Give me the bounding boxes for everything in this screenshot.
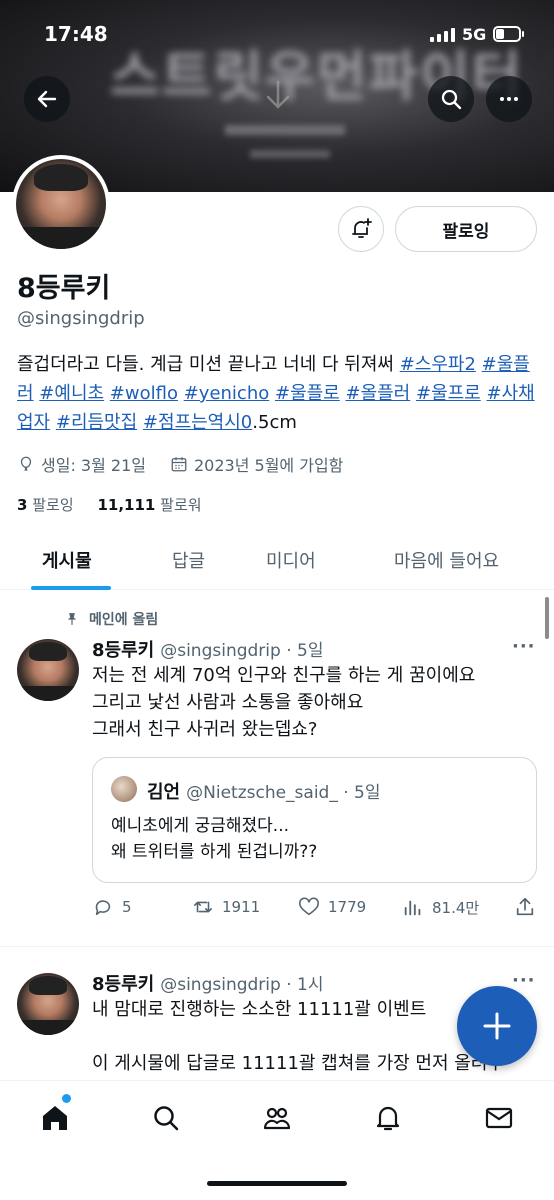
back-button[interactable] <box>24 76 70 122</box>
bio-hashtag-link[interactable]: #yenicho <box>184 383 270 404</box>
balloon-icon <box>20 456 32 471</box>
banner-decoration <box>225 125 345 135</box>
views-button[interactable]: 81.4만 <box>402 896 479 918</box>
reply-button[interactable]: 5 <box>92 896 132 918</box>
reply-icon <box>95 900 111 916</box>
scrollbar[interactable] <box>545 597 549 639</box>
bio-hashtag-link[interactable]: #리듬맛집 <box>56 412 137 433</box>
tweet-text: 저는 전 세계 70억 인구와 친구를 하는 게 꿈이에요 그리고 낯선 사람과… <box>92 665 476 740</box>
tab-likes[interactable]: 마음에 들어요 <box>394 530 499 590</box>
tweet-avatar[interactable] <box>17 973 79 1035</box>
display-name: 8등루키 <box>17 273 111 304</box>
tab-posts[interactable]: 게시물 <box>42 530 92 590</box>
messages-icon <box>485 1107 513 1129</box>
compose-button[interactable] <box>457 986 537 1066</box>
retweet-icon <box>193 901 213 913</box>
more-icon <box>500 97 518 101</box>
bio-hashtag-link[interactable]: #wolflo <box>110 383 178 404</box>
tweet-header: 8등루키 @singsingdrip · 5일 <box>92 640 324 661</box>
pin-icon <box>67 613 77 625</box>
signal-icon <box>430 28 456 42</box>
following-link[interactable]: 3 팔로잉 <box>17 496 74 514</box>
bio-hashtag-link[interactable]: #울프로 <box>416 383 481 404</box>
banner-decoration <box>250 150 330 158</box>
more-options-button[interactable] <box>486 76 532 122</box>
bio-suffix: .5cm <box>252 412 297 433</box>
bio-hashtag-link[interactable]: #올플러 <box>345 383 410 404</box>
nav-notifications[interactable] <box>371 1101 405 1135</box>
nav-home[interactable] <box>38 1101 72 1135</box>
birthday-info: 생일: 3월 21일 <box>17 452 146 476</box>
tab-media[interactable]: 미디어 <box>266 530 316 590</box>
notify-button[interactable] <box>338 206 384 252</box>
views-icon <box>404 900 421 916</box>
quote-text: 예니초에게 궁금해졌다... 왜 트위터를 하게 된겁니까?? <box>111 816 318 862</box>
like-button[interactable]: 1779 <box>298 896 366 918</box>
retweet-button[interactable]: 1911 <box>192 896 260 918</box>
pinned-label: 메인에 올림 <box>65 609 158 629</box>
active-tab-indicator <box>31 586 111 590</box>
share-button[interactable] <box>514 896 544 918</box>
bio-hashtag-link[interactable]: #울플로 <box>275 383 340 404</box>
tweet-actions: 5 1911 1779 81.4만 <box>92 896 537 920</box>
profile-bio: 즐겁더라고 다들. 계급 미션 끝나고 너네 다 뒤져써 #스우파2 #울플러 … <box>17 350 537 437</box>
user-handle: @singsingdrip <box>17 308 145 329</box>
home-icon <box>43 1106 67 1130</box>
bio-hashtag-link[interactable]: #스우파2 <box>400 354 476 375</box>
search-icon <box>154 1106 179 1131</box>
nav-messages[interactable] <box>482 1101 516 1135</box>
nav-communities[interactable] <box>260 1101 294 1135</box>
tweet-avatar[interactable] <box>17 639 79 701</box>
follow-stats: 3 팔로잉 11,111 팔로워 <box>17 494 202 515</box>
quoted-tweet[interactable]: 김언 @Nietzsche_said_ · 5일 예니초에게 궁금해졌다... 왜… <box>92 757 537 883</box>
network-type: 5G <box>462 25 487 44</box>
quote-avatar <box>111 776 137 802</box>
tweet-more-button[interactable]: ··· <box>512 636 536 657</box>
profile-tabs: 게시물 답글 미디어 마음에 들어요 <box>0 530 554 590</box>
status-time: 17:48 <box>44 22 108 46</box>
joined-info: 2023년 5월에 가입함 <box>170 452 343 476</box>
plus-icon <box>483 1012 511 1040</box>
tab-replies[interactable]: 답글 <box>172 530 205 590</box>
following-button[interactable]: 팔로잉 <box>395 206 537 252</box>
battery-icon <box>493 26 524 42</box>
followers-link[interactable]: 11,111 팔로워 <box>97 496 201 514</box>
tweet-header: 8등루키 @singsingdrip · 1시 <box>92 974 324 995</box>
bio-text: 즐겁더라고 다들. 계급 미션 끝나고 너네 다 뒤져써 <box>17 354 400 375</box>
search-button[interactable] <box>428 76 474 122</box>
profile-avatar[interactable] <box>12 155 110 253</box>
pull-refresh-arrow-icon <box>266 80 290 109</box>
bio-hashtag-link[interactable]: #점프는역시0 <box>143 412 252 433</box>
home-notification-dot <box>62 1094 71 1103</box>
heart-icon <box>299 897 319 916</box>
home-indicator[interactable] <box>207 1181 347 1186</box>
notifications-icon <box>376 1106 400 1131</box>
status-bar: 17:48 5G <box>0 0 554 70</box>
calendar-icon <box>171 457 187 472</box>
bell-plus-icon <box>352 218 372 238</box>
tweet-divider <box>0 946 554 947</box>
tweet-more-button[interactable]: ··· <box>512 970 536 991</box>
communities-icon <box>263 1107 291 1130</box>
bio-hashtag-link[interactable]: #예니초 <box>39 383 104 404</box>
search-icon <box>441 89 462 110</box>
share-icon <box>516 897 534 916</box>
quote-header: 김언 @Nietzsche_said_ · 5일 <box>147 782 381 803</box>
nav-search[interactable] <box>149 1101 183 1135</box>
back-arrow-icon <box>37 90 57 108</box>
